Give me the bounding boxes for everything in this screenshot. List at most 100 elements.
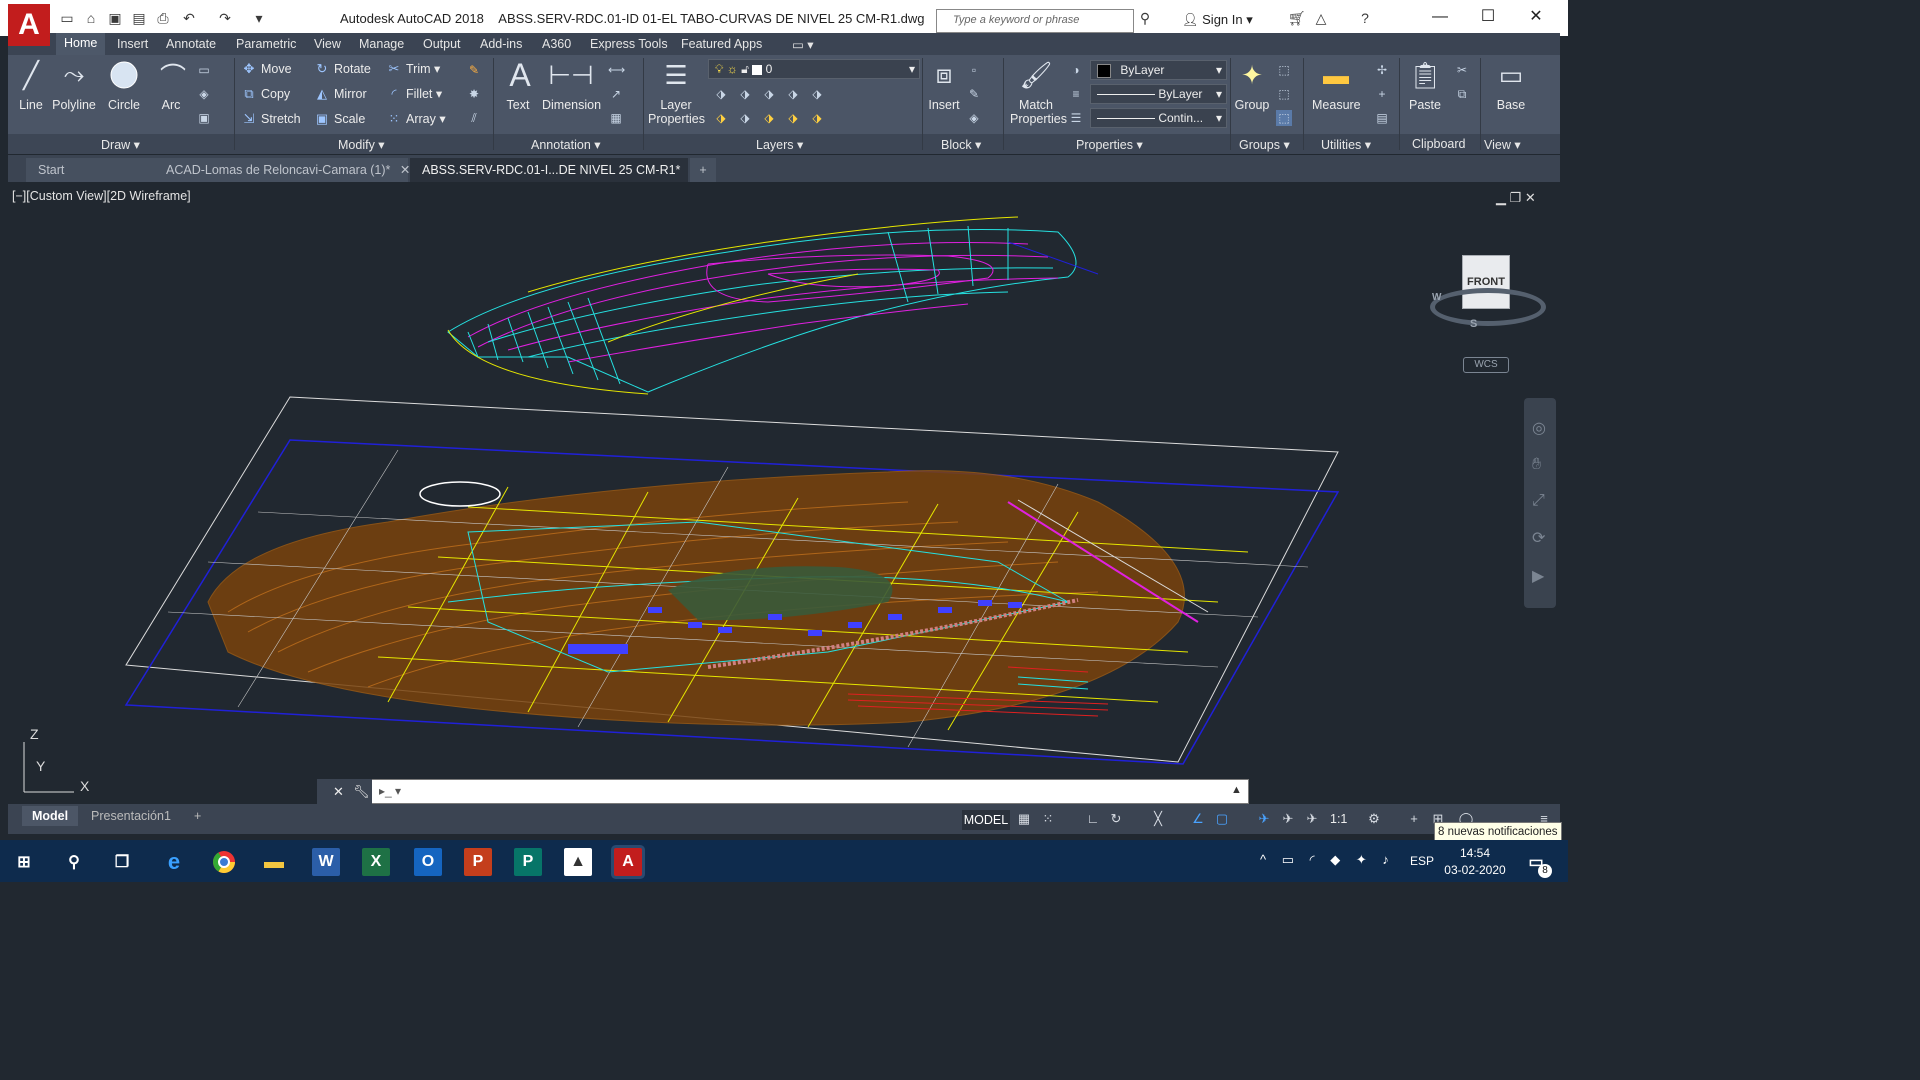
group-selection-icon[interactable]: ⬚ <box>1276 110 1292 126</box>
command-line[interactable]: ✕ 🔧︎ ▸_ ▾ ▲ <box>317 779 1249 804</box>
array-button[interactable]: ⁙ Array ▾ <box>386 110 446 128</box>
hatch-icon[interactable]: ◈ <box>196 86 212 102</box>
word-icon[interactable]: W <box>312 848 340 876</box>
mirror-button[interactable]: ◭ Mirror <box>314 85 367 103</box>
panel-block-label[interactable]: Block ▾ <box>941 137 981 152</box>
polyline-button[interactable]: ⤳ Polyline <box>52 58 96 112</box>
linetype-icon[interactable]: ☰ <box>1068 110 1084 126</box>
layer-tool-icon[interactable]: ⬗ <box>737 86 753 102</box>
tab-featured-apps[interactable]: Featured Apps <box>681 37 762 51</box>
model-space-toggle[interactable]: MODEL <box>962 810 1010 830</box>
steering-wheel-icon[interactable]: ◎ <box>1532 418 1546 438</box>
navigation-bar[interactable]: ◎ ✋︎ ⤢ ⟳ ▶ <box>1524 398 1556 608</box>
tab-parametric[interactable]: Parametric <box>236 37 296 51</box>
polar-tracking-icon[interactable]: ↻ <box>1108 811 1124 827</box>
chrome-icon[interactable] <box>210 848 238 876</box>
circle-button[interactable]: Circle <box>106 58 142 112</box>
layer-tool-icon[interactable]: ⬗ <box>761 86 777 102</box>
tab-output[interactable]: Output <box>423 37 461 51</box>
copy-clip-icon[interactable]: ⧉ <box>1454 86 1470 102</box>
input-language[interactable]: ESP <box>1410 854 1434 868</box>
line-button[interactable]: ╱ Line <box>14 58 48 113</box>
outlook-icon[interactable]: O <box>414 848 442 876</box>
system-tray-icons[interactable]: ^ ▭ ◜ ◆ ✦ ♪ <box>1260 852 1395 868</box>
match-properties-button[interactable]: 🖌︎ Match Properties <box>1010 58 1067 127</box>
boundary-icon[interactable]: ▣ <box>196 110 212 126</box>
dimension-button[interactable]: ⊢⊣ Dimension <box>542 58 601 113</box>
tab-insert[interactable]: Insert <box>117 37 148 51</box>
layer-tool-icon[interactable]: ⬗ <box>785 86 801 102</box>
annotation-visibility-icon[interactable]: ✈︎ <box>1256 811 1272 827</box>
ortho-icon[interactable]: ∟ <box>1085 811 1101 827</box>
snap-icon[interactable]: ⁙ <box>1040 811 1056 827</box>
isodraft-icon[interactable]: ╳ <box>1150 811 1166 827</box>
cart-icon[interactable]: 🛒︎ <box>1288 11 1306 25</box>
arc-button[interactable]: ⌒ Arc <box>156 58 186 113</box>
layer-tool-icon[interactable]: ⬗ <box>713 110 729 126</box>
autodesk-a360-icon[interactable]: △ <box>1314 11 1328 25</box>
group-button[interactable]: ✦ Group <box>1234 58 1270 113</box>
annotation-monitor-icon[interactable]: + <box>1406 811 1422 827</box>
close-command-icon[interactable]: ✕ <box>333 784 344 800</box>
ribbon-toggle-icon[interactable]: ▭ ▾ <box>792 37 814 52</box>
erase-icon[interactable]: ✎ <box>466 62 482 78</box>
drawing-viewport[interactable] <box>8 182 1560 802</box>
close-button[interactable]: ✕ <box>1516 6 1556 28</box>
move-button[interactable]: ✥ Move <box>241 60 292 78</box>
table-icon[interactable]: ▦ <box>608 110 624 126</box>
measure-button[interactable]: ▬ Measure <box>1312 58 1361 113</box>
tab-add-ins[interactable]: Add-ins <box>480 37 522 51</box>
orbit-icon[interactable]: ⟳ <box>1532 528 1545 548</box>
layer-tool-icon[interactable]: ⬗ <box>809 110 825 126</box>
explode-icon[interactable]: ✸ <box>466 86 482 102</box>
save-as-icon[interactable]: ▤ <box>132 11 146 25</box>
compass-south-label[interactable]: S <box>1470 318 1477 330</box>
binoculars-icon[interactable]: ⚲ <box>1138 11 1152 25</box>
tab-start[interactable]: Start <box>26 158 160 182</box>
sign-in-button[interactable]: 👤︎ Sign In ▾ <box>1182 12 1253 28</box>
paste-button[interactable]: 📋︎ Paste <box>1406 58 1444 113</box>
lineweight-dropdown[interactable]: ByLayer ▾ <box>1090 84 1227 104</box>
color-dropdown[interactable]: ByLayer ▾ <box>1090 60 1227 80</box>
tab-manage[interactable]: Manage <box>359 37 404 51</box>
copy-button[interactable]: ⧉ Copy <box>241 85 290 103</box>
group-edit-icon[interactable]: ⬚ <box>1276 86 1292 102</box>
quick-access-dropdown-icon[interactable]: ▾ <box>252 11 266 25</box>
close-tab-icon[interactable]: ✕ <box>400 163 410 177</box>
quick-select-icon[interactable]: ✢ <box>1374 62 1390 78</box>
undo-icon[interactable]: ↶ <box>182 11 196 25</box>
layer-properties-button[interactable]: ☰ Layer Properties <box>648 58 705 127</box>
cut-icon[interactable]: ✂ <box>1454 62 1470 78</box>
layer-tool-icon[interactable]: ⬗ <box>785 110 801 126</box>
powerpoint-icon[interactable]: P <box>464 848 492 876</box>
panel-utilities-label[interactable]: Utilities ▾ <box>1321 137 1371 152</box>
application-menu-button[interactable]: A <box>8 4 50 46</box>
new-file-icon[interactable]: ▭ <box>60 11 74 25</box>
task-view-icon[interactable]: ❐ <box>108 848 136 876</box>
tab-model[interactable]: Model <box>22 806 79 826</box>
offset-icon[interactable]: ⫽ <box>466 110 482 126</box>
save-icon[interactable]: ▣ <box>108 11 122 25</box>
maximize-button[interactable]: ☐ <box>1468 6 1508 28</box>
new-layout-button[interactable]: + <box>184 806 211 826</box>
color-wheel-icon[interactable]: ◑ <box>1068 62 1084 78</box>
tab-express-tools[interactable]: Express Tools <box>590 37 668 51</box>
base-view-button[interactable]: ▭ Base <box>1492 58 1530 113</box>
annotation-scale-icon[interactable]: ✈︎ <box>1304 811 1320 827</box>
layer-tool-icon[interactable]: ⬗ <box>737 110 753 126</box>
trim-button[interactable]: ✂ Trim ▾ <box>386 60 441 78</box>
windows-start-icon[interactable]: ⊞ <box>10 848 38 876</box>
viewport-controls-label[interactable]: [−][Custom View][2D Wireframe] <box>12 189 191 203</box>
object-snap-tracking-icon[interactable]: ∠ <box>1190 811 1206 827</box>
tab-annotate[interactable]: Annotate <box>166 37 216 51</box>
auto-scale-icon[interactable]: ✈︎ <box>1280 811 1296 827</box>
layer-tool-icon[interactable]: ⬗ <box>761 110 777 126</box>
panel-draw-label[interactable]: Draw ▾ <box>101 137 140 152</box>
annotation-scale-value[interactable]: 1:1 <box>1330 812 1347 826</box>
rotate-button[interactable]: ↻ Rotate <box>314 60 371 78</box>
insert-button[interactable]: ⧈ Insert <box>926 58 962 112</box>
customize-wrench-icon[interactable]: 🔧︎ <box>353 784 370 800</box>
project-icon[interactable]: P <box>514 848 542 876</box>
command-prompt-icon[interactable]: ▸_ ▾ <box>379 784 401 798</box>
showmotion-icon[interactable]: ▶ <box>1532 566 1544 586</box>
